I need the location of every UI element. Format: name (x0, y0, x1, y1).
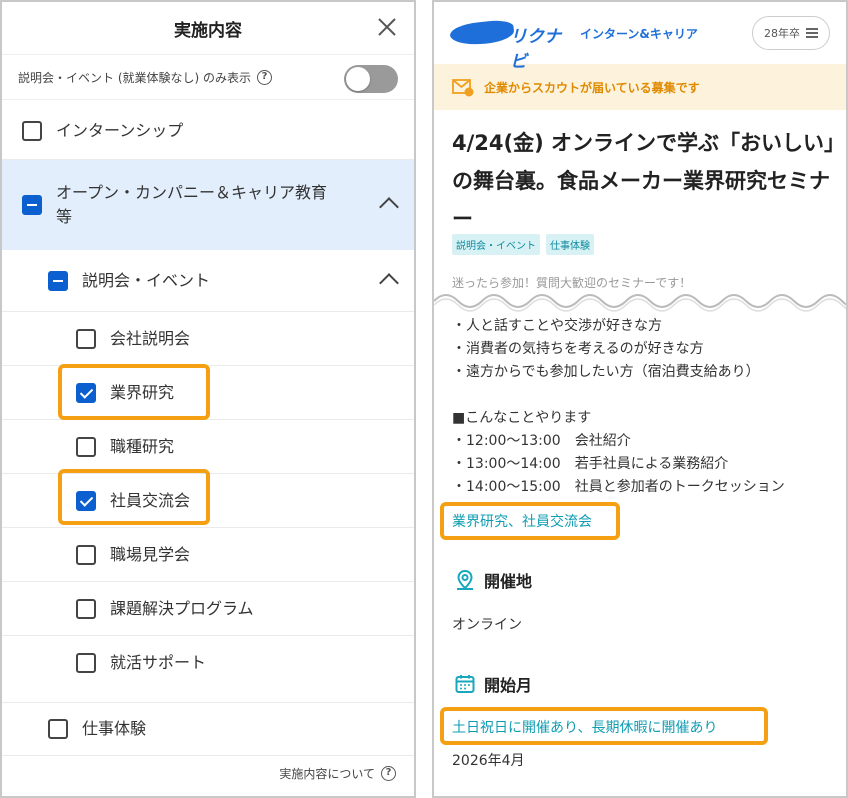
site-header: リクナビ インターン&キャリア 28年卒 (434, 2, 846, 72)
label-open-company-cont: 等 (56, 207, 73, 226)
mail-star-icon (452, 79, 474, 97)
switch-knob (346, 67, 370, 91)
checkbox-internship[interactable] (22, 120, 42, 141)
logo-shape (449, 18, 515, 48)
label-work-experience: 仕事体験 (82, 719, 147, 738)
location-pin-icon (457, 569, 473, 590)
logo-text: リクナビ (510, 27, 561, 72)
label-open-company: オープン・カンパニー＆キャリア教育 (56, 183, 328, 202)
checkbox-company-briefing[interactable] (76, 328, 96, 349)
option-open-company[interactable]: オープン・カンパニー＆キャリア教育 等 (2, 160, 414, 250)
label-job-research: 職種研究 (110, 436, 175, 456)
option-workplace-tour[interactable]: 職場見学会 (2, 528, 414, 582)
label-job-support: 就活サポート (110, 653, 207, 672)
about-content-link[interactable]: 実施内容について ? (279, 765, 396, 782)
option-internship[interactable]: インターンシップ (2, 102, 414, 160)
label-problem-solving: 課題解決プログラム (110, 598, 254, 618)
location-heading: 開催地 (484, 572, 533, 591)
year-label: 28年卒 (764, 27, 800, 40)
bullet-line: ・遠方からでも参加したい方（宿泊費支給あり） (452, 364, 760, 380)
option-work-experience[interactable]: 仕事体験 (2, 702, 414, 756)
start-month-value: 2026年4月 (452, 753, 525, 769)
option-briefing-event[interactable]: 説明会・イベント (2, 250, 414, 312)
footer-link-label: 実施内容について (279, 767, 375, 781)
tag: 仕事体験 (546, 234, 594, 255)
job-detail-panel: リクナビ インターン&キャリア 28年卒 企業からスカウトが届いている募集です … (432, 0, 848, 798)
location-section-heading: 開催地 (454, 568, 532, 592)
highlight-box (440, 707, 768, 745)
start-month-heading: 開始月 (484, 676, 533, 695)
briefing-only-toggle-row: 説明会・イベント (就業体験なし) のみ表示 ? (2, 54, 414, 100)
scout-banner: 企業からスカウトが届いている募集です (434, 64, 846, 110)
banner-text: 企業からスカウトが届いている募集です (484, 80, 700, 95)
location-value: オンライン (452, 617, 522, 633)
filter-header: 実施内容 (2, 2, 414, 54)
help-icon: ? (381, 766, 396, 781)
highlight-box (58, 364, 210, 420)
label-briefing-event: 説明会・イベント (82, 270, 211, 290)
calendar-icon (455, 675, 475, 693)
schedule-line: ・12:00〜13:00 会社紹介 (452, 433, 631, 449)
filter-title: 実施内容 (174, 20, 242, 41)
wavy-divider (434, 294, 846, 312)
help-icon[interactable]: ? (257, 69, 272, 85)
label-internship: インターンシップ (56, 120, 184, 140)
option-job-research[interactable]: 職種研究 (2, 420, 414, 474)
chevron-up-icon[interactable] (379, 197, 399, 217)
schedule-line: ・13:00〜14:00 若手社員による業務紹介 (452, 456, 729, 472)
event-title: 4/24(金) オンラインで学ぶ「おいしい」の舞台裏。食品メーカー業界研究セミナ… (452, 131, 835, 231)
site-subtitle: インターン&キャリア (580, 26, 698, 41)
menu-icon (806, 28, 818, 38)
checkbox-job-research[interactable] (76, 436, 96, 457)
bullet-line: ・消費者の気持ちを考えるのが好きな方 (452, 341, 704, 357)
chevron-up-icon[interactable] (379, 273, 399, 293)
tag-list: 説明会・イベント 仕事体験 (452, 234, 594, 255)
start-month-section-heading: 開始月 (454, 672, 532, 696)
option-job-support[interactable]: 就活サポート (2, 636, 414, 690)
tag: 説明会・イベント (452, 234, 540, 255)
option-problem-solving[interactable]: 課題解決プログラム (2, 582, 414, 636)
year-menu-button[interactable]: 28年卒 (752, 16, 830, 50)
schedule-line: ・14:00〜15:00 社員と参加者のトークセッション (452, 479, 785, 495)
checkbox-work-experience[interactable] (48, 719, 68, 739)
rikunabi-logo[interactable]: リクナビ (449, 18, 570, 72)
close-icon[interactable] (374, 14, 400, 40)
program-heading: ■こんなことやります (452, 410, 592, 426)
checkbox-briefing-event[interactable] (48, 270, 68, 291)
checkbox-job-support[interactable] (76, 653, 96, 673)
label-company-briefing: 会社説明会 (110, 328, 191, 348)
option-company-briefing[interactable]: 会社説明会 (2, 312, 414, 366)
briefing-only-switch[interactable] (344, 65, 398, 93)
open-company-label-wrap: オープン・カンパニー＆キャリア教育 等 (56, 181, 327, 229)
bullet-line: ・人と話すことや交渉が好きな方 (452, 318, 662, 334)
highlight-box (440, 502, 620, 540)
filter-panel: 実施内容 説明会・イベント (就業体験なし) のみ表示 ? インターンシップ オ… (0, 0, 416, 798)
label-workplace-tour: 職場見学会 (110, 544, 191, 564)
toggle-label: 説明会・イベント (就業体験なし) のみ表示 (18, 70, 251, 85)
description: ・人と話すことや交渉が好きな方 ・消費者の気持ちを考えるのが好きな方 ・遠方から… (452, 315, 785, 499)
checkbox-problem-solving[interactable] (76, 598, 96, 619)
highlight-box (58, 469, 210, 525)
checkbox-open-company[interactable] (22, 195, 42, 215)
checkbox-workplace-tour[interactable] (76, 544, 96, 565)
